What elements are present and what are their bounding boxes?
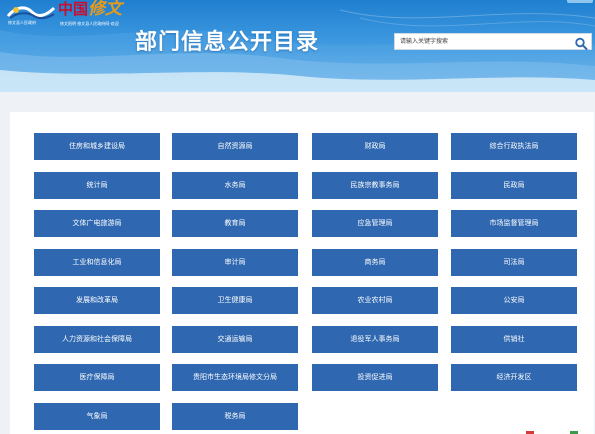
department-button[interactable]: 贵阳市生态环境局修文分局 bbox=[172, 364, 298, 391]
department-button[interactable]: 投资促进局 bbox=[312, 364, 438, 391]
department-button[interactable]: 综合行政执法局 bbox=[451, 133, 577, 160]
department-button[interactable]: 供销社 bbox=[451, 326, 577, 353]
search-box bbox=[394, 33, 592, 50]
search-button[interactable] bbox=[574, 35, 588, 50]
department-button[interactable]: 住房和城乡建设局 bbox=[34, 133, 160, 160]
department-button[interactable]: 财政局 bbox=[312, 133, 438, 160]
department-button[interactable]: 文体广电旅游局 bbox=[34, 210, 160, 237]
site-logo[interactable]: 中国修文 修文县人民政府 修文阳明 修文县人民政府网-欢迎 bbox=[6, 0, 131, 28]
logo-emblem-icon bbox=[6, 6, 56, 20]
department-button[interactable]: 水务局 bbox=[172, 172, 298, 199]
department-button[interactable]: 统计局 bbox=[34, 172, 160, 199]
department-button[interactable]: 医疗保障局 bbox=[34, 364, 160, 391]
department-button[interactable]: 税务局 bbox=[172, 403, 298, 430]
department-button[interactable]: 交通运输局 bbox=[172, 326, 298, 353]
department-button[interactable]: 市场监督管理局 bbox=[451, 210, 577, 237]
corner-tab[interactable] bbox=[567, 0, 593, 3]
department-panel: 住房和城乡建设局 自然资源局 财政局 综合行政执法局统计局 水务局 民族宗教事务局 民政局文… bbox=[10, 112, 594, 434]
department-button[interactable]: 审计局 bbox=[172, 249, 298, 276]
search-icon bbox=[575, 37, 588, 50]
logo-subtitle-left: 修文县人民政府 bbox=[8, 20, 36, 25]
logo-subtitle-right: 修文阳明 修文县人民政府网-欢迎 bbox=[60, 21, 119, 26]
department-button[interactable]: 应急管理局 bbox=[312, 210, 438, 237]
department-button[interactable]: 气象局 bbox=[34, 403, 160, 430]
page-title: 部门信息公开目录 bbox=[135, 30, 320, 55]
department-button[interactable]: 退役军人事务局 bbox=[312, 326, 438, 353]
department-button[interactable]: 公安局 bbox=[451, 287, 577, 314]
department-button[interactable]: 工业和信息化局 bbox=[34, 249, 160, 276]
department-button[interactable]: 民政局 bbox=[451, 172, 577, 199]
search-input[interactable] bbox=[395, 34, 576, 49]
department-button[interactable]: 农业农村局 bbox=[312, 287, 438, 314]
department-button[interactable]: 自然资源局 bbox=[172, 133, 298, 160]
logo-title: 中国修文 bbox=[58, 0, 123, 19]
header-banner: 中国修文 修文县人民政府 修文阳明 修文县人民政府网-欢迎 部门信息公开目录 bbox=[0, 0, 595, 92]
department-button[interactable]: 教育局 bbox=[172, 210, 298, 237]
department-button[interactable]: 经济开发区 bbox=[451, 364, 577, 391]
department-button[interactable]: 商务局 bbox=[312, 249, 438, 276]
department-button[interactable]: 民族宗教事务局 bbox=[312, 172, 438, 199]
department-button[interactable]: 卫生健康局 bbox=[172, 287, 298, 314]
department-button[interactable]: 司法局 bbox=[451, 249, 577, 276]
department-button[interactable]: 发展和改革局 bbox=[34, 287, 160, 314]
department-button[interactable]: 人力资源和社会保障局 bbox=[34, 326, 160, 353]
